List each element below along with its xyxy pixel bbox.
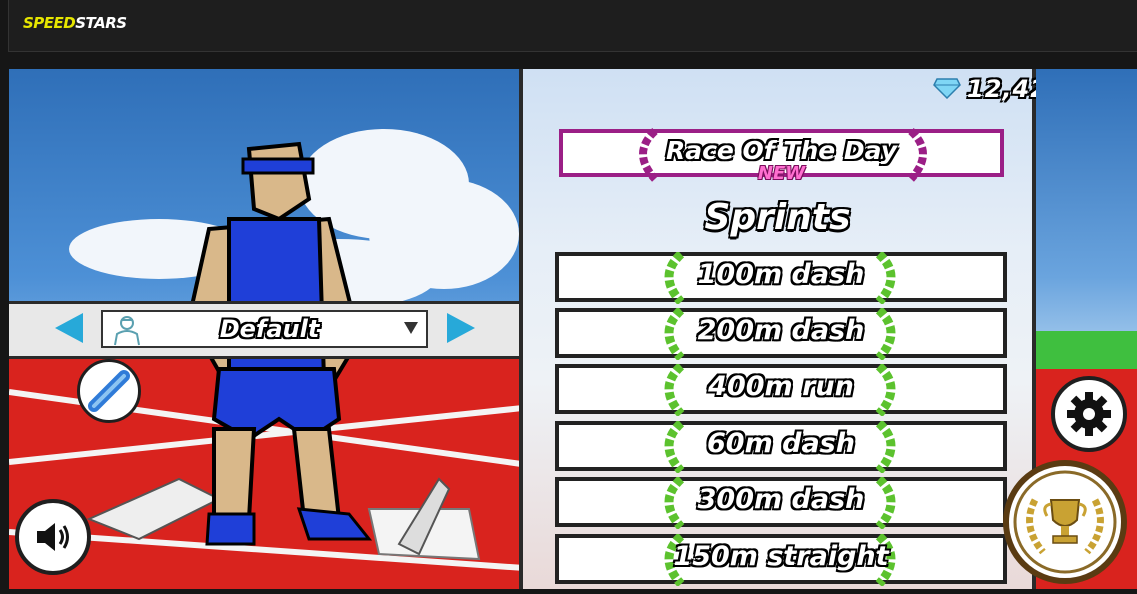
gear-icon bbox=[1067, 392, 1111, 436]
race-button-60m[interactable]: 60m dash bbox=[555, 421, 1007, 473]
next-character-arrow[interactable] bbox=[447, 313, 475, 343]
grass bbox=[1036, 331, 1137, 371]
baton-icon bbox=[88, 370, 130, 412]
race-label: 150m straight bbox=[673, 541, 889, 572]
selected-character-label: Default bbox=[219, 315, 320, 343]
race-label: 300m dash bbox=[697, 484, 865, 515]
race-label: 100m dash bbox=[697, 259, 865, 290]
chevron-down-icon bbox=[404, 322, 418, 334]
new-badge: NEW bbox=[757, 163, 806, 184]
speedstars-logo: SPEEDSTARS bbox=[23, 14, 127, 32]
race-of-the-day-label: Race Of The Day bbox=[665, 136, 898, 165]
character-dropdown[interactable]: Default bbox=[101, 310, 428, 348]
race-of-the-day-button[interactable]: Race Of The Day NEW bbox=[559, 128, 1004, 184]
trophy-button[interactable] bbox=[1003, 460, 1127, 584]
top-bar: SPEEDSTARS bbox=[8, 0, 1137, 52]
category-title: Sprints bbox=[704, 197, 851, 238]
previous-character-arrow[interactable] bbox=[55, 313, 83, 343]
race-button-300m[interactable]: 300m dash bbox=[555, 477, 1007, 529]
race-button-100m[interactable]: 100m dash bbox=[555, 252, 1007, 304]
race-button-200m[interactable]: 200m dash bbox=[555, 308, 1007, 360]
diamond-icon bbox=[933, 78, 961, 99]
runner-avatar-icon bbox=[114, 316, 140, 346]
sound-button[interactable] bbox=[15, 499, 91, 575]
baton-button[interactable] bbox=[77, 359, 141, 423]
race-label: 400m run bbox=[708, 371, 854, 402]
character-selector: Default bbox=[9, 301, 519, 359]
race-label: 200m dash bbox=[697, 315, 865, 346]
race-button-400m[interactable]: 400m run bbox=[555, 364, 1007, 416]
character-scene: Default bbox=[9, 69, 519, 589]
race-button-150m[interactable]: 150m straight bbox=[555, 534, 1007, 586]
speaker-icon bbox=[37, 523, 69, 551]
race-label: 60m dash bbox=[707, 428, 855, 459]
trophy-icon bbox=[1013, 470, 1117, 574]
settings-button[interactable] bbox=[1051, 376, 1127, 452]
race-menu-panel: 12,420 Race Of The Day NEW Sprints 100m … bbox=[519, 69, 1065, 589]
